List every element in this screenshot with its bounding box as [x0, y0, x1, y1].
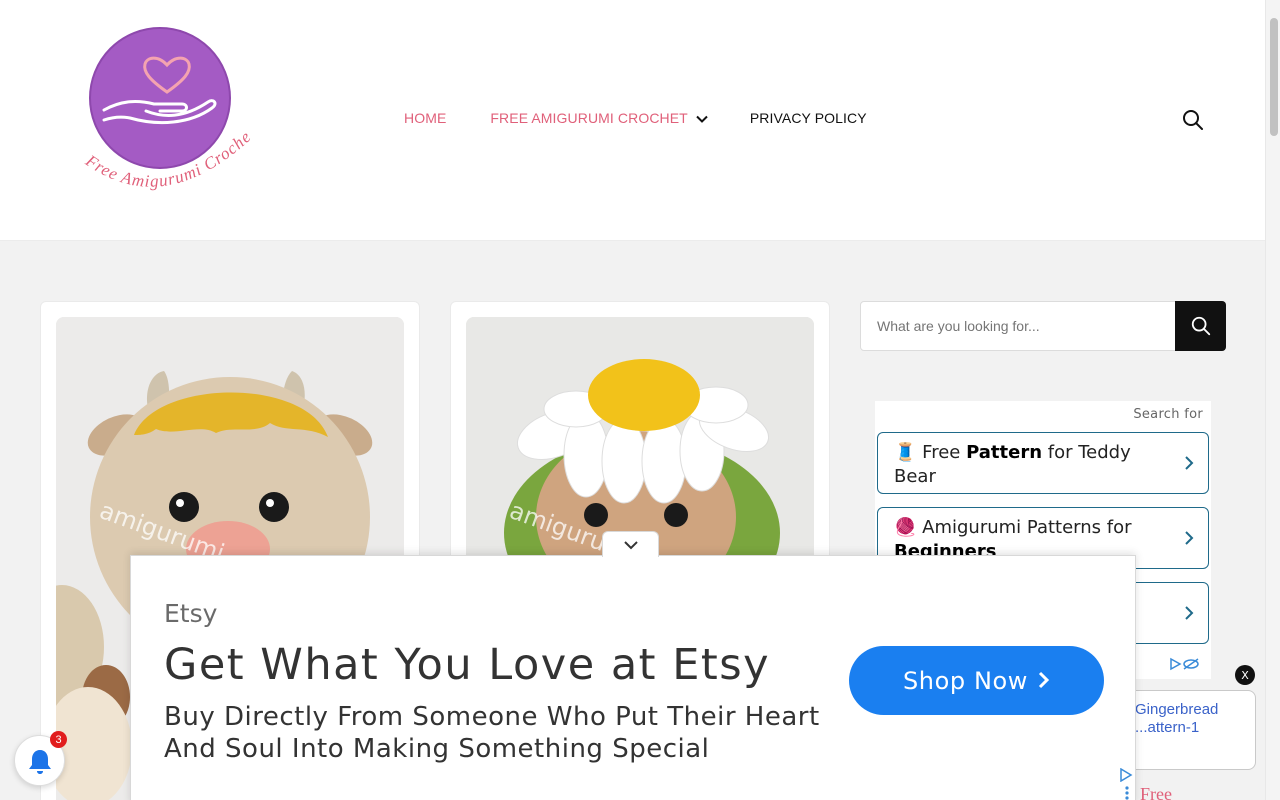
- nav-privacy-policy[interactable]: PRIVACY POLICY: [750, 110, 867, 126]
- shop-now-button[interactable]: Shop Now: [849, 646, 1104, 715]
- site-logo[interactable]: Free Amigurumi Crochet: [69, 7, 256, 212]
- nav-free-amigurumi[interactable]: FREE AMIGURUMI CROCHET: [490, 110, 708, 126]
- search-icon: [1191, 316, 1210, 336]
- chevron-down-icon: [696, 110, 708, 126]
- nav-free-amigurumi-label: FREE AMIGURUMI CROCHET: [490, 110, 688, 126]
- sidebar-ad-gingerbread[interactable]: Gingerbread ...attern-1: [1118, 690, 1256, 770]
- ad-link-text: 🧵 Free Pattern for Teddy Bear: [894, 442, 1131, 487]
- site-header: Free Amigurumi Crochet HOME FREE AMIGURU…: [0, 0, 1265, 241]
- page-scrollbar[interactable]: [1265, 0, 1280, 800]
- scrollbar-thumb[interactable]: [1270, 18, 1278, 136]
- anchor-ad-collapse-button[interactable]: [602, 531, 659, 557]
- notification-count-badge: 3: [50, 731, 67, 748]
- ad-search-for-label: Search for: [1133, 407, 1203, 422]
- ad-close-button[interactable]: X: [1235, 665, 1255, 685]
- chevron-right-icon: [1184, 455, 1194, 476]
- ad-info-icon[interactable]: [1119, 767, 1133, 787]
- sidebar-ad-gingerbread-text: Gingerbread ...attern-1: [1135, 701, 1219, 736]
- bell-icon: [28, 749, 51, 774]
- ad-choices-icon[interactable]: [1169, 657, 1199, 676]
- ad-menu-icon[interactable]: [1125, 786, 1129, 800]
- ad-headline[interactable]: Get What You Love at Etsy: [164, 640, 770, 690]
- sidebar-search: [860, 301, 1226, 351]
- sidebar-search-input[interactable]: [861, 302, 1176, 350]
- ad-body-text: Buy Directly From Someone Who Put Their …: [164, 702, 820, 764]
- sidebar-search-button[interactable]: [1175, 301, 1226, 351]
- chevron-right-icon: [1184, 605, 1194, 626]
- chevron-right-icon: [1038, 667, 1050, 695]
- ad-brand: Etsy: [164, 599, 218, 628]
- ad-link-teddy-bear[interactable]: 🧵 Free Pattern for Teddy Bear: [877, 432, 1209, 494]
- search-icon[interactable]: [1181, 108, 1205, 132]
- main-nav: HOME FREE AMIGURUMI CROCHET PRIVACY POLI…: [404, 110, 867, 126]
- chevron-right-icon: [1184, 530, 1194, 551]
- anchor-ad[interactable]: Etsy Get What You Love at Etsy Buy Direc…: [130, 555, 1136, 800]
- logo-image: Free Amigurumi Crochet: [69, 7, 254, 191]
- nav-home[interactable]: HOME: [404, 110, 446, 126]
- sidebar-ad-free-text[interactable]: Free: [1140, 784, 1172, 800]
- chevron-down-icon: [623, 540, 638, 549]
- shop-now-label: Shop Now: [902, 666, 1029, 695]
